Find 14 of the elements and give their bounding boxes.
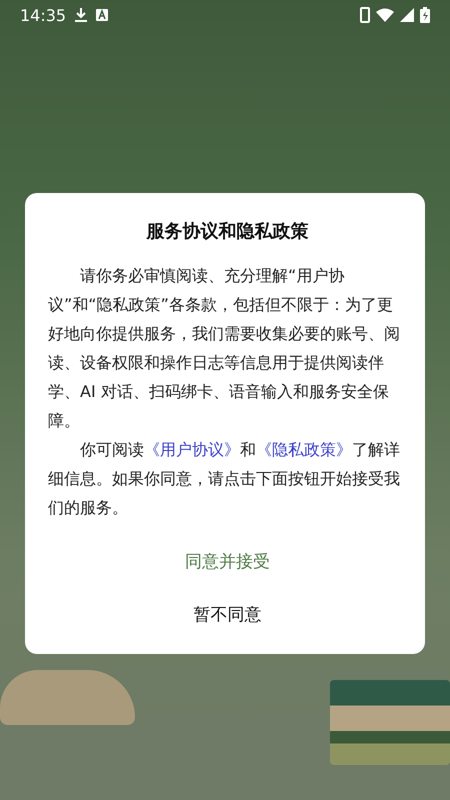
policy-link[interactable]: 《隐私政策》 bbox=[256, 440, 352, 459]
phone-icon bbox=[360, 7, 370, 23]
accept-button[interactable]: 同意并接受 bbox=[169, 544, 286, 579]
signal-icon bbox=[400, 8, 414, 22]
battery-charging-icon bbox=[420, 7, 430, 23]
body-paragraph: 你可阅读《用户协议》和《隐私政策》了解详细信息。如果你同意，请点击下面按钮开始接受我们的服务。 bbox=[48, 439, 401, 519]
status-time: 14:35 bbox=[20, 6, 66, 24]
decline-button[interactable]: 暂不同意 bbox=[178, 597, 278, 632]
dialog-title: 服务协议和隐私政策 bbox=[145, 220, 310, 243]
policy-link[interactable]: 《用户协议》 bbox=[144, 440, 240, 459]
download-icon bbox=[74, 7, 88, 23]
wifi-icon bbox=[376, 8, 394, 22]
body-paragraph: 请你务必审慎阅读、充分理解“用户协议”和“隐私政策”各条款，包括但不限于：为了更好地向你提供服务，我们需要收集必要的账号、阅读、设备权限和操作日志等信息用于提供阅读伴学、AI 对话、扫码绑卡、语音输入和服务安全保障。 bbox=[48, 265, 401, 432]
keyboard-a-icon bbox=[96, 9, 108, 21]
